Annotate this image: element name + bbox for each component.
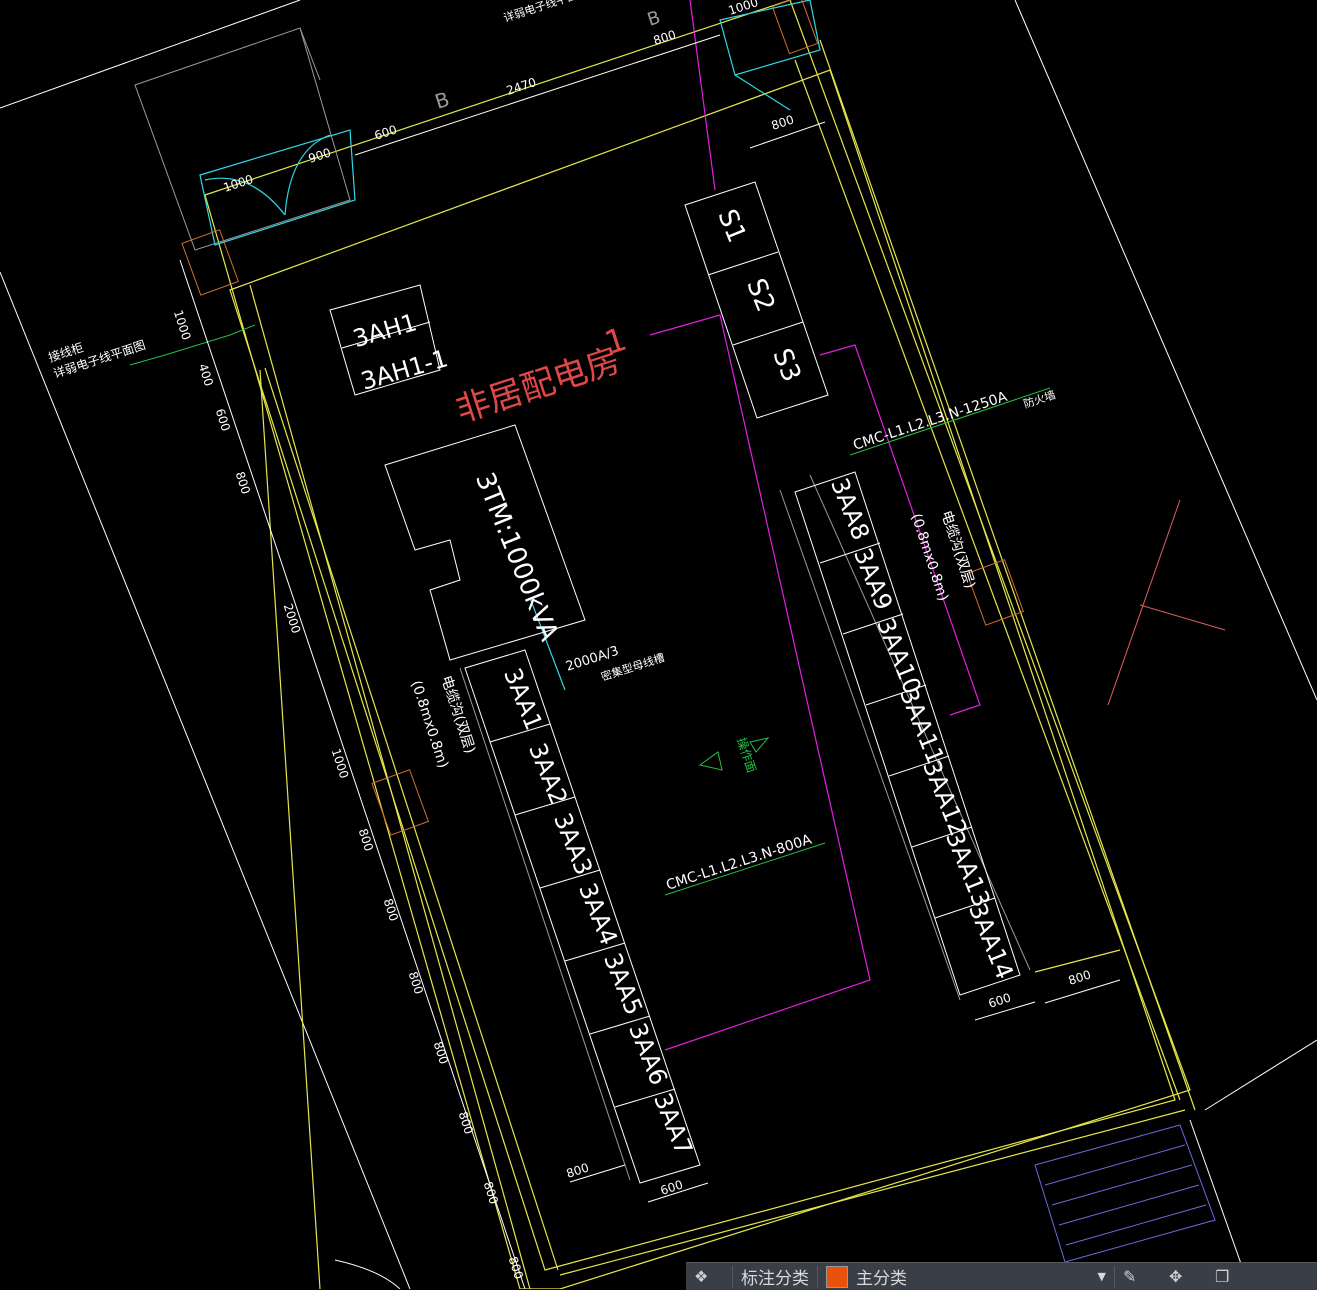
cable-routes [649, 0, 981, 1051]
grid-marker-b-1: B [432, 87, 452, 114]
dim-800-top: 800 [652, 27, 678, 47]
hatched-covers [181, 0, 1025, 836]
dim-2470: 2470 [505, 75, 538, 98]
chevron-down-icon[interactable]: ▼ [1098, 1270, 1106, 1283]
cad-drawing-canvas[interactable]: 3AH1 3AH1-1 非居配电房 1 3TM:1000kVA 2000A/3 … [0, 0, 1317, 1289]
dim-600-top: 600 [373, 122, 399, 142]
dim-bottom-600: 600 [659, 1177, 685, 1197]
dim-bottom-800: 800 [565, 1160, 591, 1180]
dimension-texts: 1000 800 2470 600 900 1000 800 1000 400 … [171, 0, 1093, 1281]
copy-icon[interactable]: ❐ [1207, 1263, 1253, 1290]
hv-cabinet-label-2[interactable]: 3AH1-1 [358, 344, 451, 395]
layers-icon[interactable]: ❖ [686, 1263, 732, 1290]
layer-category-label[interactable]: 标注分类 [733, 1263, 817, 1290]
lv-panel-3aa1[interactable]: 3AA1 [498, 664, 548, 734]
top-note: 详弱电子线平面图 [502, 0, 590, 25]
lv-panel-3aa7[interactable]: 3AA7 [648, 1089, 698, 1159]
edit-icon[interactable]: ✎ [1115, 1263, 1161, 1290]
room-title: 非居配电房 [451, 340, 625, 431]
current-layer-select[interactable]: 主分类 ▼ [818, 1263, 1114, 1290]
dim-900: 900 [307, 145, 333, 165]
lv-panel-3aa5[interactable]: 3AA5 [598, 949, 648, 1019]
dim-left-800b: 800 [356, 827, 376, 853]
lv-panel-3aa14[interactable]: 3AA14 [963, 899, 1019, 983]
dc-panel-s3[interactable]: S3 [766, 344, 806, 386]
dim-left-800g: 800 [481, 1180, 501, 1206]
lv-panel-3aa4[interactable]: 3AA4 [573, 879, 623, 949]
dim-right-600: 600 [987, 990, 1013, 1010]
dim-right-800: 800 [1067, 967, 1093, 987]
dim-left-800e: 800 [431, 1040, 451, 1066]
dc-panel-s1[interactable]: S1 [711, 205, 751, 247]
dc-panel-s2[interactable]: S2 [740, 274, 780, 316]
current-layer-name: 主分类 [856, 1269, 907, 1289]
status-bar: ❖ 标注分类 主分类 ▼ ✎ ✥ ❐ [686, 1262, 1317, 1290]
dim-left-800c: 800 [381, 897, 401, 923]
cmc-800-label: CMC-L1.L2.L3.N-800A [664, 831, 814, 893]
operation-face-label: 操作面 [734, 736, 759, 775]
dim-800-right-top: 800 [770, 112, 796, 132]
dim-left-2000: 2000 [281, 602, 304, 635]
transformer-label[interactable]: 3TM:1000kVA [469, 468, 564, 645]
dim-1000-door: 1000 [222, 172, 255, 195]
room-walls [204, 0, 1196, 1289]
lv-panel-3aa2[interactable]: 3AA2 [523, 739, 573, 809]
dim-left-1000: 1000 [171, 308, 194, 341]
right-detail-lines [1107, 499, 1226, 706]
lv-panel-3aa6[interactable]: 3AA6 [623, 1019, 673, 1089]
fire-wall-label: 防火墙 [1022, 387, 1058, 411]
dim-left-1000b: 1000 [329, 747, 352, 780]
lv-panel-3aa11[interactable]: 3AA11 [894, 684, 950, 768]
lv-panel-3aa13[interactable]: 3AA13 [940, 827, 996, 911]
dim-left-800h: 800 [506, 1255, 526, 1281]
dim-left-400: 400 [196, 362, 216, 388]
cmc-1250-label: CMC-L1.L2.L3.N-1250A [851, 389, 1009, 454]
dim-left-800d: 800 [406, 970, 426, 996]
dim-left-800f: 800 [456, 1110, 476, 1136]
hv-cabinet-label-1[interactable]: 3AH1 [350, 308, 420, 353]
dim-left-600: 600 [213, 407, 233, 433]
stair-grating [1034, 1124, 1216, 1263]
move-icon[interactable]: ✥ [1161, 1263, 1207, 1290]
dim-left-800a: 800 [233, 470, 253, 496]
layer-color-swatch [826, 1265, 848, 1288]
grid-marker-b-2: B [645, 7, 663, 31]
